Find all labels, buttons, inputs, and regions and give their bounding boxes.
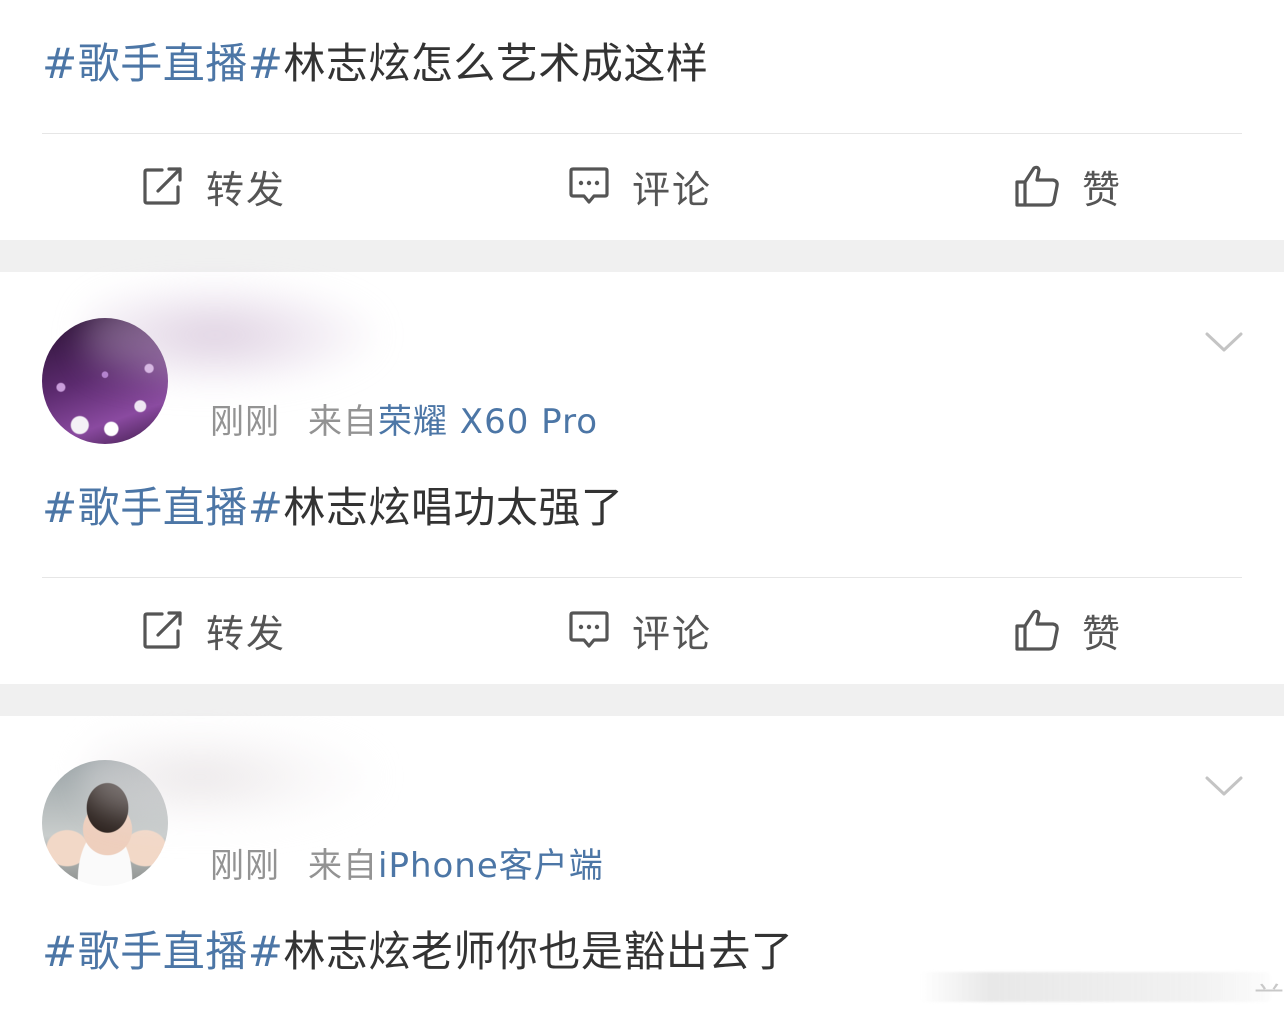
post-meta: 刚刚 来自荣耀 X60 Pro: [210, 399, 598, 445]
comment-bubble-icon: [569, 611, 609, 648]
comment-button[interactable]: 评论: [568, 578, 712, 682]
watermark-fragment: 䒑: [1254, 974, 1284, 1009]
comment-label: 评论: [632, 611, 713, 656]
comment-label: 评论: [632, 167, 713, 212]
action-bar: 转发 评论 赞: [0, 134, 1284, 238]
username-blurred[interactable]: [80, 722, 380, 832]
post-body: 林志炫怎么艺术成这样: [283, 39, 709, 88]
thumbs-up-icon: [1015, 165, 1059, 207]
post-text: #歌手直播#林志炫老师你也是豁出去了: [42, 922, 793, 982]
watermark: [920, 972, 1270, 1002]
repost-label: 转发: [206, 611, 287, 656]
post-card: #歌手直播#林志炫怎么艺术成这样 转发 评论 赞: [0, 0, 1284, 240]
comment-button[interactable]: 评论: [568, 134, 712, 238]
source-prefix: 来自: [308, 402, 378, 442]
repost-label: 转发: [206, 167, 287, 212]
like-button[interactable]: 赞: [1014, 578, 1122, 682]
weibo-feed: #歌手直播#林志炫怎么艺术成这样 转发 评论 赞 刚刚 来自荣耀 X60 Pro…: [0, 0, 1284, 1015]
post-time: 刚刚: [210, 846, 280, 886]
source-link[interactable]: iPhone客户端: [378, 846, 604, 886]
post-body: 林志炫唱功太强了: [283, 483, 624, 532]
topic-link[interactable]: #歌手直播#: [42, 927, 283, 976]
post-time: 刚刚: [210, 402, 280, 442]
like-label: 赞: [1082, 167, 1123, 212]
share-square-icon: [143, 611, 182, 649]
source-prefix: 来自: [308, 846, 378, 886]
repost-button[interactable]: 转发: [142, 134, 286, 238]
post-card: 刚刚 来自iPhone客户端 #歌手直播#林志炫老师你也是豁出去了: [0, 716, 1284, 1015]
comment-bubble-icon: [569, 167, 609, 204]
post-text: #歌手直播#林志炫唱功太强了: [42, 478, 623, 538]
username-blurred[interactable]: [80, 280, 380, 390]
post-body: 林志炫老师你也是豁出去了: [283, 927, 794, 976]
like-label: 赞: [1082, 611, 1123, 656]
like-button[interactable]: 赞: [1014, 134, 1122, 238]
separator: [0, 240, 1284, 272]
post-card: 刚刚 来自荣耀 X60 Pro #歌手直播#林志炫唱功太强了 转发 评论 赞: [0, 272, 1284, 684]
post-meta: 刚刚 来自iPhone客户端: [210, 843, 604, 889]
thumbs-up-icon: [1015, 609, 1059, 651]
separator: [0, 684, 1284, 716]
post-text: #歌手直播#林志炫怎么艺术成这样: [42, 34, 708, 94]
chevron-down-icon[interactable]: [1204, 774, 1244, 798]
topic-link[interactable]: #歌手直播#: [42, 483, 283, 532]
action-bar: 转发 评论 赞: [0, 578, 1284, 682]
repost-button[interactable]: 转发: [142, 578, 286, 682]
topic-link[interactable]: #歌手直播#: [42, 39, 283, 88]
chevron-down-icon[interactable]: [1204, 330, 1244, 354]
source-link[interactable]: 荣耀 X60 Pro: [378, 402, 598, 442]
share-square-icon: [143, 167, 182, 205]
